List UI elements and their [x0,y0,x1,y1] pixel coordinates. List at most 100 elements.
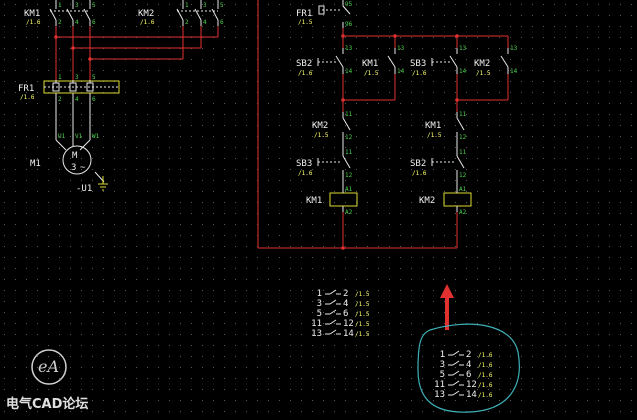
km2-term-2: 2 [185,19,189,26]
motor-u1-label: -U1 [76,184,92,194]
sb2-stop-pin-12: 12 [459,172,467,179]
schematic-canvas[interactable]: KM1 /1.6 1 3 5 2 4 6 KM2 /1.6 1 3 5 2 4 … [0,0,637,420]
motor-m1[interactable]: M1 M 3 ~ -U1 [30,145,108,194]
sb3-stop-label: SB3 [296,159,312,169]
km1-interlock-label: KM1 [425,121,441,131]
km2-interlock-pin-11: 11 [345,111,353,118]
km2-coil[interactable]: KM2 A1 A2 [419,186,472,216]
km2-term-1: 1 [185,2,189,9]
contact-row: 13 14/1.6 [434,390,493,400]
sb2-stop-contact[interactable]: SB2 /1.6 11 12 [410,149,467,188]
watermark-text: 电气CAD论坛 [6,396,88,412]
contact-ref: /1.5 [355,311,370,318]
km1-coil[interactable]: KM1 A1 A2 [306,186,358,216]
km2-interlock-label: KM2 [312,121,328,131]
fr1-term-5: 5 [92,74,96,81]
ctrl-fr1-label: FR1 [296,9,312,19]
contact-ref: /1.6 [478,392,493,399]
km1-interlock-contact[interactable]: KM1 /1.5 11 12 [425,111,467,150]
contact-pin-a: 11 [311,319,322,329]
contact-pin-a: 1 [440,350,445,360]
contact-pin-b: 12 [466,380,477,390]
logo-e: eA [38,357,59,376]
fr1-label: FR1 [18,84,34,94]
contact-ref: /1.6 [478,382,493,389]
km2-interlock-contact[interactable]: KM2 /1.5 11 12 [312,111,353,150]
motor-symbol-3: 3 [71,163,76,173]
km2-main-contacts[interactable]: KM2 /1.6 1 3 5 2 4 6 [138,0,224,26]
coil-km1-label: KM1 [306,196,322,206]
contact-row: 3 4/1.6 [440,360,493,370]
km1-main-contacts[interactable]: KM1 /1.6 1 3 5 2 4 6 [24,0,96,26]
km2-ref: /1.6 [140,19,155,26]
km2-coil-a1: A1 [459,186,467,193]
sb2-ref: /1.6 [298,70,313,77]
contact-pin-b: 14 [466,390,477,400]
motor-symbol-m: M [72,151,78,161]
km1-coil-a1: A1 [345,186,353,193]
contact-pin-a: 1 [317,289,322,299]
km1-term-6: 6 [92,19,96,26]
contact-table-km1[interactable]: 1 2/1.53 4/1.55 6/1.511 12/1.513 14/1.5 [311,289,370,339]
km2-hold-ref: /1.5 [476,70,491,77]
power-wiring [54,26,219,80]
contact-pin-a: 11 [434,380,445,390]
sb3-pin-13: 13 [459,45,467,52]
km1-interlock-pin-12: 12 [459,134,467,141]
sb3-stop-contact[interactable]: SB3 /1.6 11 12 [296,149,353,188]
contact-table-km2[interactable]: 1 2/1.63 4/1.65 6/1.611 12/1.613 14/1.6 [434,350,493,400]
sb3-start-button[interactable]: SB3 /1.6 13 14 [410,45,467,77]
contact-pin-b: 12 [343,319,354,329]
km1-hold-contact[interactable]: KM1 /1.5 13 14 [362,45,405,77]
sb2-stop-label: SB2 [410,159,426,169]
km2-label: KM2 [138,9,154,19]
main-power-circuit: KM1 /1.6 1 3 5 2 4 6 KM2 /1.6 1 3 5 2 4 … [18,0,224,194]
motor-term-u1: U1 [58,133,66,140]
contact-ref: /1.5 [355,331,370,338]
coil-km2-label: KM2 [419,196,435,206]
sb3-stop-ref: /1.6 [298,170,313,177]
km2-term-5: 5 [220,2,224,9]
km2-coil-a2: A2 [459,209,467,216]
contact-pin-b: 6 [343,309,348,319]
km2-term-3: 3 [203,2,207,9]
contact-pin-b: 2 [466,350,471,360]
ctrl-fr1-ref: /1.5 [298,19,313,26]
sb3-label: SB3 [410,59,426,69]
contact-row: 1 2/1.5 [317,289,370,299]
km1-hold-label: KM1 [362,59,378,69]
fr1-term-1: 1 [58,74,62,81]
km1-ref: /1.6 [26,19,41,26]
watermark-logo: eA 电气CAD论坛 [6,349,88,412]
sb2-start-button[interactable]: SB2 /1.6 13 14 [296,45,353,77]
ground-icon [98,176,108,191]
contact-row: 5 6/1.5 [317,309,370,319]
contact-row: 3 4/1.5 [317,299,370,309]
fr1-term-6: 6 [92,96,96,103]
contact-ref: /1.5 [355,291,370,298]
motor-label: M1 [30,159,41,169]
contact-ref: /1.6 [478,362,493,369]
km1-hold-ref: /1.5 [364,70,379,77]
motor-term-w1: W1 [92,133,100,140]
km2-hold-label: KM2 [474,59,490,69]
km2-term-6: 6 [220,19,224,26]
km2-hold-pin-14: 14 [510,68,518,75]
contact-pin-a: 3 [440,360,445,370]
contact-pin-b: 4 [466,360,471,370]
contact-pin-a: 13 [434,390,445,400]
contact-pin-b: 4 [343,299,348,309]
sb3-ref: /1.6 [412,70,427,77]
contact-row: 5 6/1.6 [440,370,493,380]
fr1-thermal-relay[interactable]: FR1 /1.6 1 3 5 2 4 6 [18,74,120,103]
km1-label: KM1 [24,9,40,19]
sb2-stop-pin-11: 11 [459,149,467,156]
fr1-ref: /1.6 [20,94,35,101]
motor-symbol-tilde: ~ [80,163,86,173]
contact-ref: /1.5 [355,321,370,328]
km2-hold-contact[interactable]: KM2 /1.5 13 14 [474,45,518,77]
km1-coil-a2: A2 [345,209,353,216]
sb2-pin-13: 13 [345,45,353,52]
fr1-aux-contact[interactable]: FR1 /1.5 95 96 [296,0,353,28]
sb3-stop-pin-12: 12 [345,172,353,179]
